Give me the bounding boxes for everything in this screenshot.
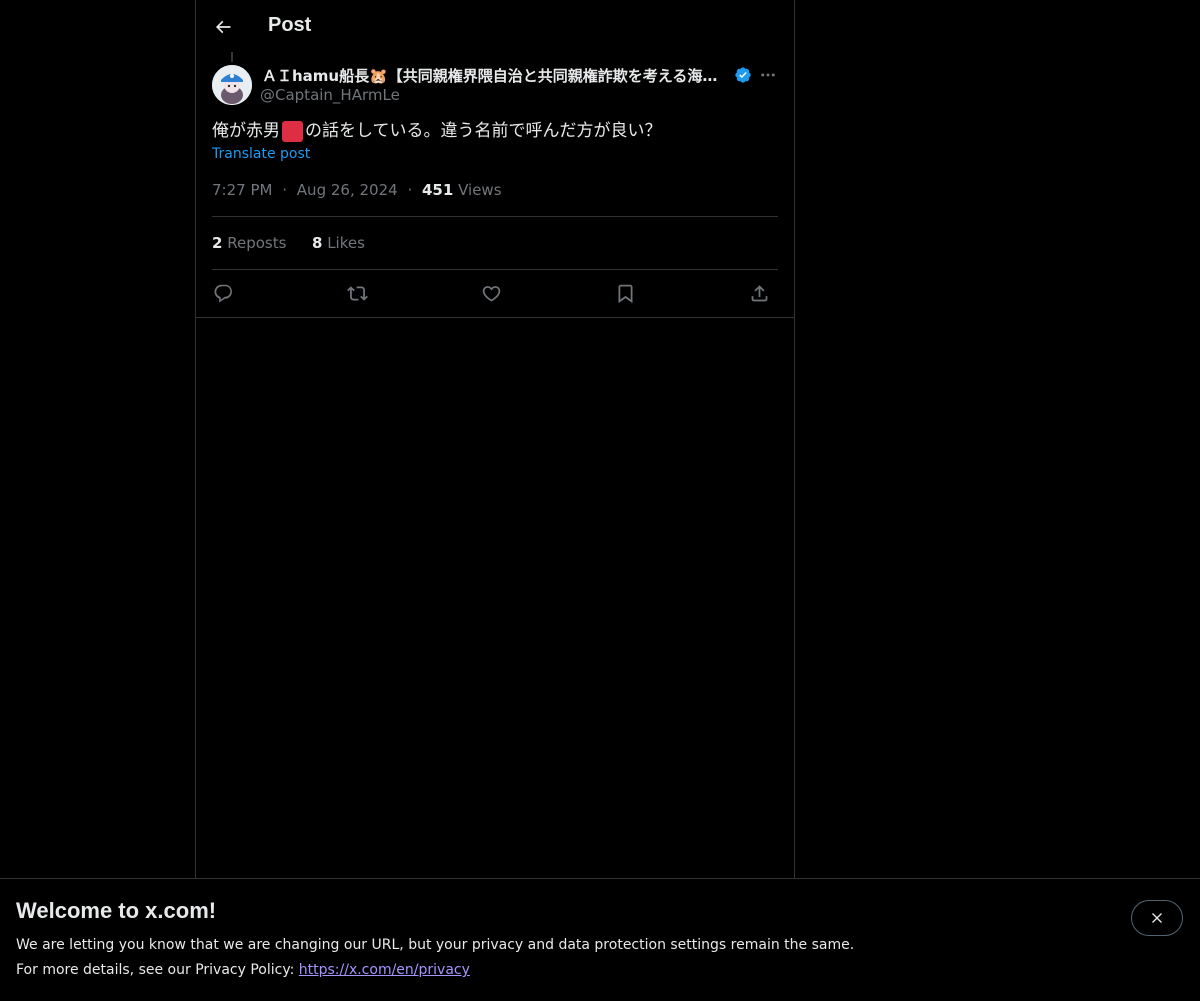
page-title: Post	[268, 14, 312, 36]
post-actions-bar	[212, 278, 778, 308]
reposts-count: 2	[212, 234, 223, 252]
back-button[interactable]	[206, 10, 240, 44]
avatar[interactable]	[212, 65, 252, 105]
arrow-left-icon	[215, 20, 231, 34]
thread-line	[231, 52, 233, 62]
like-icon	[482, 285, 500, 302]
divider	[212, 216, 778, 217]
author-handle[interactable]: @Captain_HArmLe	[260, 86, 400, 104]
meta-separator: ·	[407, 181, 413, 199]
red-square-emoji-icon	[282, 120, 303, 142]
banner-title: Welcome to x.com!	[16, 898, 217, 923]
engagement-stats: 2 Reposts 8 Likes	[212, 234, 365, 252]
views-label: Views	[458, 181, 502, 199]
page-header: Post	[196, 0, 794, 53]
likes-count: 8	[311, 234, 323, 252]
avatar-image	[212, 65, 252, 105]
banner-privacy-line: For more details, see our Privacy Policy…	[16, 962, 470, 978]
close-banner-button[interactable]	[1131, 900, 1183, 936]
reposts-stat[interactable]: 2 Reposts	[212, 234, 286, 252]
divider	[212, 269, 778, 270]
welcome-banner: Welcome to x.com! We are letting you kno…	[0, 878, 1200, 1001]
post-time[interactable]: 7:27 PM	[212, 181, 272, 199]
post-metadata: 7:27 PM · Aug 26, 2024 · 451 Views	[212, 181, 502, 199]
meta-separator: ·	[282, 181, 288, 199]
privacy-policy-link[interactable]: https://x.com/en/privacy	[299, 962, 470, 978]
author-display-name[interactable]: ＡＩhamu船長🐹【共同親権界隈自治と共同親権詐欺を考える海賊☠️	[262, 65, 730, 85]
share-icon	[751, 284, 767, 301]
close-icon	[1152, 913, 1162, 923]
views-count: 451	[422, 181, 454, 199]
translate-post-link[interactable]: Translate post	[212, 146, 310, 162]
likes-stat[interactable]: 8 Likes	[312, 234, 365, 252]
like-button[interactable]	[476, 278, 506, 308]
main-column: Post ＡＩhamu船長🐹【共同親権界隈自治と共同親権詐欺を考える海賊☠️ @…	[195, 0, 795, 878]
banner-privacy-prefix: For more details, see our Privacy Policy…	[16, 962, 295, 978]
verified-badge-icon	[735, 67, 751, 83]
repost-icon	[346, 285, 368, 301]
reposts-label: Reposts	[227, 234, 287, 252]
likes-label: Likes	[327, 234, 365, 252]
share-button[interactable]	[744, 278, 774, 308]
repost-button[interactable]	[342, 278, 372, 308]
post-text-part-1: 俺が赤男	[212, 121, 280, 141]
post-date[interactable]: Aug 26, 2024	[297, 181, 398, 199]
bookmark-button[interactable]	[610, 278, 640, 308]
author-name-row[interactable]: ＡＩhamu船長🐹【共同親権界隈自治と共同親権詐欺を考える海賊☠️	[262, 65, 752, 85]
post-text: 俺が赤男 の話をしている。違う名前で呼んだ方が良い？	[212, 119, 778, 143]
more-options-button[interactable]	[756, 64, 780, 86]
more-horizontal-icon	[761, 73, 775, 77]
post-text-part-2: の話をしている。違う名前で呼んだ方が良い？	[305, 121, 662, 141]
bookmark-icon	[618, 284, 632, 303]
reply-icon	[214, 284, 232, 303]
divider	[196, 317, 794, 318]
reply-button[interactable]	[208, 278, 238, 308]
banner-message: We are letting you know that we are chan…	[16, 937, 855, 953]
